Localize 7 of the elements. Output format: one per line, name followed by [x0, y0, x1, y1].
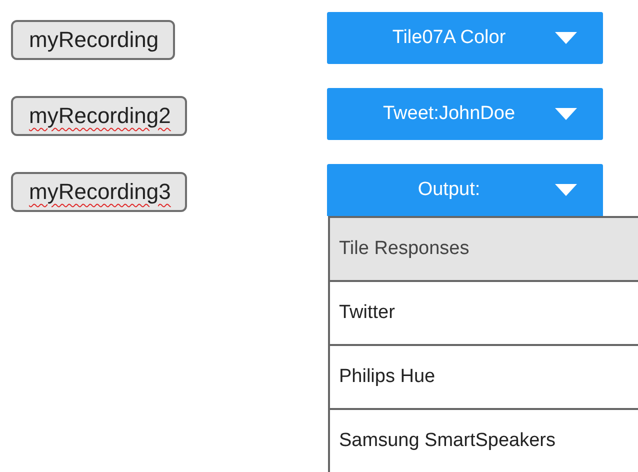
caret-icon [555, 184, 577, 196]
menu-item[interactable]: Tile Responses [330, 216, 638, 280]
caret-icon [555, 32, 577, 44]
caret-icon [555, 108, 577, 120]
recording-button[interactable]: myRecording [11, 20, 175, 60]
recording-button[interactable]: myRecording3 [11, 172, 187, 212]
recording-button[interactable]: myRecording2 [11, 96, 187, 136]
